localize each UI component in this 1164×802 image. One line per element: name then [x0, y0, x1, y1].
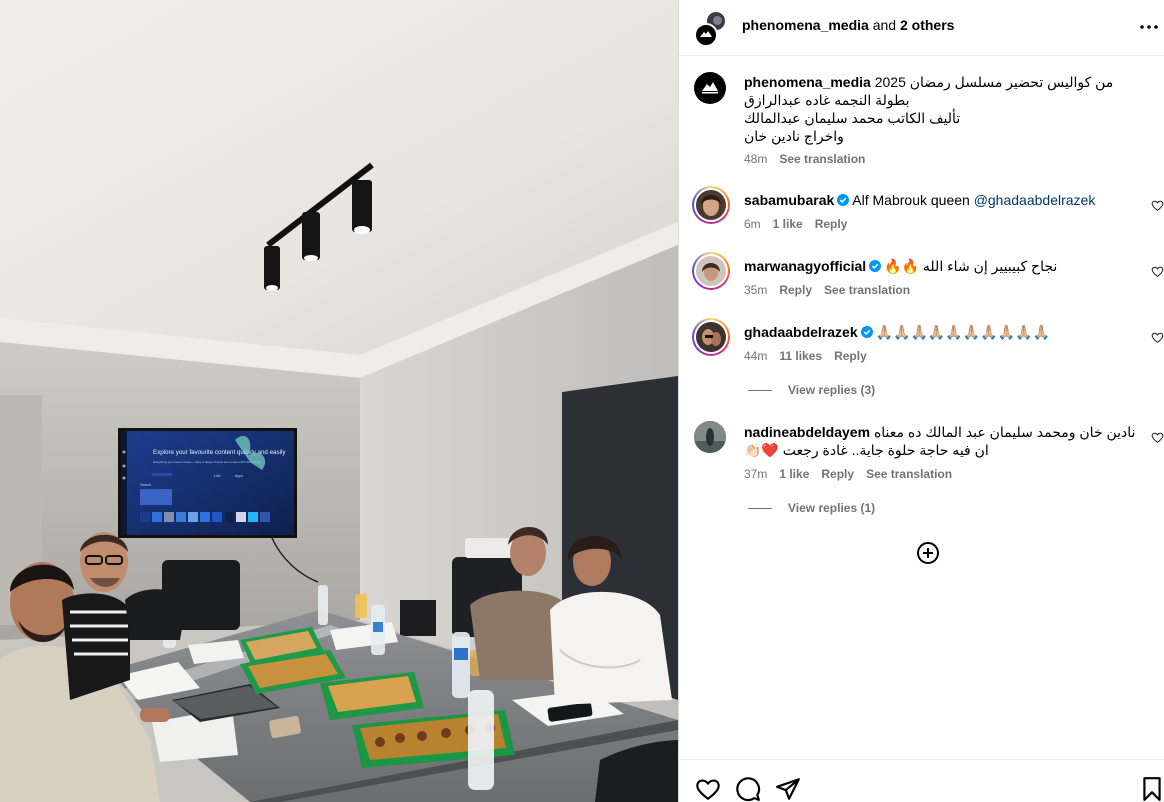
comment-username[interactable]: sabamubarak — [744, 192, 834, 208]
caption-text: من كواليس تحضير مسلسل رمضان 2025 — [874, 74, 1114, 90]
comment-text: ان فيه حاجة حلوة جاية.. غادة رجعت ❤️👏🏻 — [744, 442, 989, 458]
story-ring-avatar[interactable] — [692, 252, 730, 290]
likes-count[interactable]: 1 like — [779, 467, 809, 481]
post-header: phenomena_media and 2 others — [679, 0, 1164, 56]
comment-time[interactable]: 37m — [744, 467, 767, 481]
collab-avatars[interactable] — [694, 10, 730, 47]
verified-badge-icon — [869, 260, 882, 272]
see-translation-button[interactable]: See translation — [779, 152, 865, 166]
post-authors[interactable]: phenomena_media and 2 others — [742, 16, 954, 34]
caption-first-line: phenomena_media من كواليس تحضير مسلسل رم… — [744, 73, 1113, 91]
comment-text: نجاح كبيبيير إن شاء الله 🔥🔥 — [884, 258, 1058, 274]
tv-headline: Explore your favourite content quickly a… — [153, 449, 286, 456]
share-icon[interactable] — [775, 776, 801, 802]
comment-text: نادين خان ومحمد سليمان عبد المالك ده معن… — [873, 424, 1136, 440]
view-replies-label: View replies (3) — [788, 383, 876, 397]
comment-username[interactable]: nadineabdeldayem — [744, 424, 870, 440]
heart-icon[interactable] — [695, 776, 721, 802]
reply-button[interactable]: Reply — [821, 467, 854, 481]
comment-text: 🙏🏼🙏🏼🙏🏼🙏🏼🙏🏼🙏🏼🙏🏼🙏🏼🙏🏼🙏🏼 — [875, 324, 1050, 340]
avatar — [694, 23, 718, 47]
tv-tab-apps: Apps — [235, 474, 243, 478]
post-side-panel: phenomena_media and 2 others phenomena_m… — [678, 0, 1164, 802]
caption-meta: 48m See translation — [744, 152, 877, 166]
caption-text: تأليف الكاتب محمد سليمان عبدالمالك — [744, 110, 961, 126]
comments-area[interactable]: phenomena_media من كواليس تحضير مسلسل رم… — [679, 56, 1164, 759]
avatar — [696, 190, 726, 220]
reply-button[interactable]: Reply — [834, 349, 867, 363]
author-username[interactable]: phenomena_media — [742, 17, 869, 33]
comment-row: nadineabdeldayem نادين خان ومحمد سليمان … — [744, 423, 1135, 441]
like-comment-heart-icon[interactable] — [1151, 431, 1164, 444]
comment-meta: 37m 1 like Reply See translation — [744, 467, 964, 481]
phenomena-logo-icon — [700, 31, 712, 37]
comment-meta: 44m 11 likes Reply — [744, 349, 879, 363]
view-replies-label: View replies (1) — [788, 501, 876, 515]
phenomena-logo-icon — [702, 82, 718, 94]
caption-username[interactable]: phenomena_media — [744, 74, 871, 90]
post-image: Explore your favourite content quickly a… — [0, 0, 678, 802]
caption-time[interactable]: 48m — [744, 152, 767, 166]
likes-count[interactable]: 1 like — [773, 217, 803, 231]
avatar — [696, 322, 726, 352]
comment-username[interactable]: ghadaabdelrazek — [744, 324, 858, 340]
like-comment-heart-icon[interactable] — [1151, 199, 1164, 212]
caption-text: واخراج نادين خان — [744, 128, 844, 144]
authors-joiner: and — [868, 17, 900, 33]
view-replies-button[interactable]: View replies (1) — [748, 501, 875, 515]
avatar — [696, 256, 726, 286]
comment-row: marwanagyofficial نجاح كبيبيير إن شاء الل… — [744, 257, 1057, 275]
tv-tab-live: Live — [214, 474, 220, 478]
avatar[interactable] — [694, 421, 726, 453]
others-link[interactable]: 2 others — [900, 17, 954, 33]
story-ring-avatar[interactable] — [692, 318, 730, 356]
comment-text: Alf Mabrouk queen — [852, 192, 974, 208]
comment-meta: 35m Reply See translation — [744, 283, 922, 297]
post-action-bar — [679, 759, 1164, 802]
verified-badge-icon — [837, 194, 850, 206]
see-translation-button[interactable]: See translation — [866, 467, 952, 481]
bookmark-icon[interactable] — [1139, 776, 1164, 802]
tv-subline: Everything you need in focus - enjoy a r… — [153, 460, 261, 464]
like-comment-heart-icon[interactable] — [1151, 331, 1164, 344]
add-comment-icon[interactable] — [916, 541, 940, 565]
comment-icon[interactable] — [735, 776, 761, 802]
more-horizontal-icon[interactable] — [1139, 17, 1159, 37]
mention-link[interactable]: @ghadaabdelrazek — [974, 192, 1096, 208]
comment-meta: 6m 1 like Reply — [744, 217, 859, 231]
comment-time[interactable]: 44m — [744, 349, 767, 363]
see-translation-button[interactable]: See translation — [824, 283, 910, 297]
like-comment-heart-icon[interactable] — [1151, 265, 1164, 278]
story-ring-avatar[interactable] — [692, 186, 730, 224]
comment-time[interactable]: 6m — [744, 217, 761, 231]
reply-button[interactable]: Reply — [779, 283, 812, 297]
likes-count[interactable]: 11 likes — [779, 349, 822, 363]
reply-button[interactable]: Reply — [815, 217, 848, 231]
comment-row: sabamubarak Alf Mabrouk queen @ghadaabdel… — [744, 191, 1095, 209]
comment-time[interactable]: 35m — [744, 283, 767, 297]
comment-username[interactable]: marwanagyofficial — [744, 258, 866, 274]
comment-row: ghadaabdelrazek 🙏🏼🙏🏼🙏🏼🙏🏼🙏🏼🙏🏼🙏🏼🙏🏼🙏🏼🙏🏼 — [744, 323, 1050, 341]
caption-text: بطولة النجمه غاده عبدالرازق — [744, 92, 910, 108]
post-photo[interactable]: Explore your favourite content quickly a… — [0, 0, 678, 802]
verified-badge-icon — [860, 326, 873, 338]
tv-tab-search: Search — [140, 483, 151, 487]
view-replies-button[interactable]: View replies (3) — [748, 383, 875, 397]
avatar[interactable] — [694, 72, 726, 104]
